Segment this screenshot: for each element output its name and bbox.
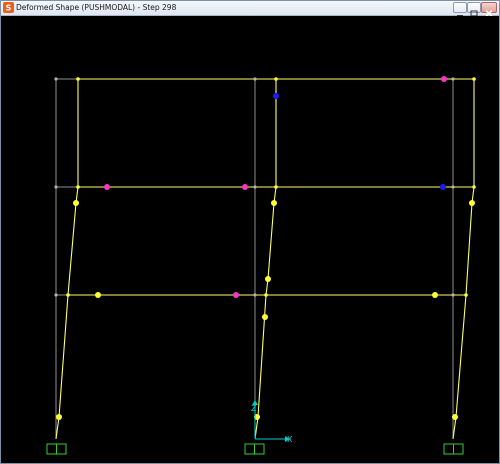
window-title: Deformed Shape (PUSHMODAL) - Step 298 bbox=[16, 3, 177, 12]
maximize-button[interactable] bbox=[467, 2, 481, 17]
model-view-canvas[interactable]: X Z bbox=[1, 16, 499, 463]
svg-text:S: S bbox=[6, 4, 12, 13]
close-button[interactable] bbox=[481, 2, 497, 18]
title-bar[interactable]: S Deformed Shape (PUSHMODAL) - Step 298 bbox=[1, 1, 499, 18]
axis-label-x: X bbox=[287, 435, 293, 444]
axis-label-z: Z bbox=[251, 404, 257, 413]
window: S Deformed Shape (PUSHMODAL) - Step 298 bbox=[0, 0, 500, 464]
minimize-button[interactable] bbox=[453, 2, 467, 17]
sap2000-logo-icon: S bbox=[3, 2, 14, 13]
